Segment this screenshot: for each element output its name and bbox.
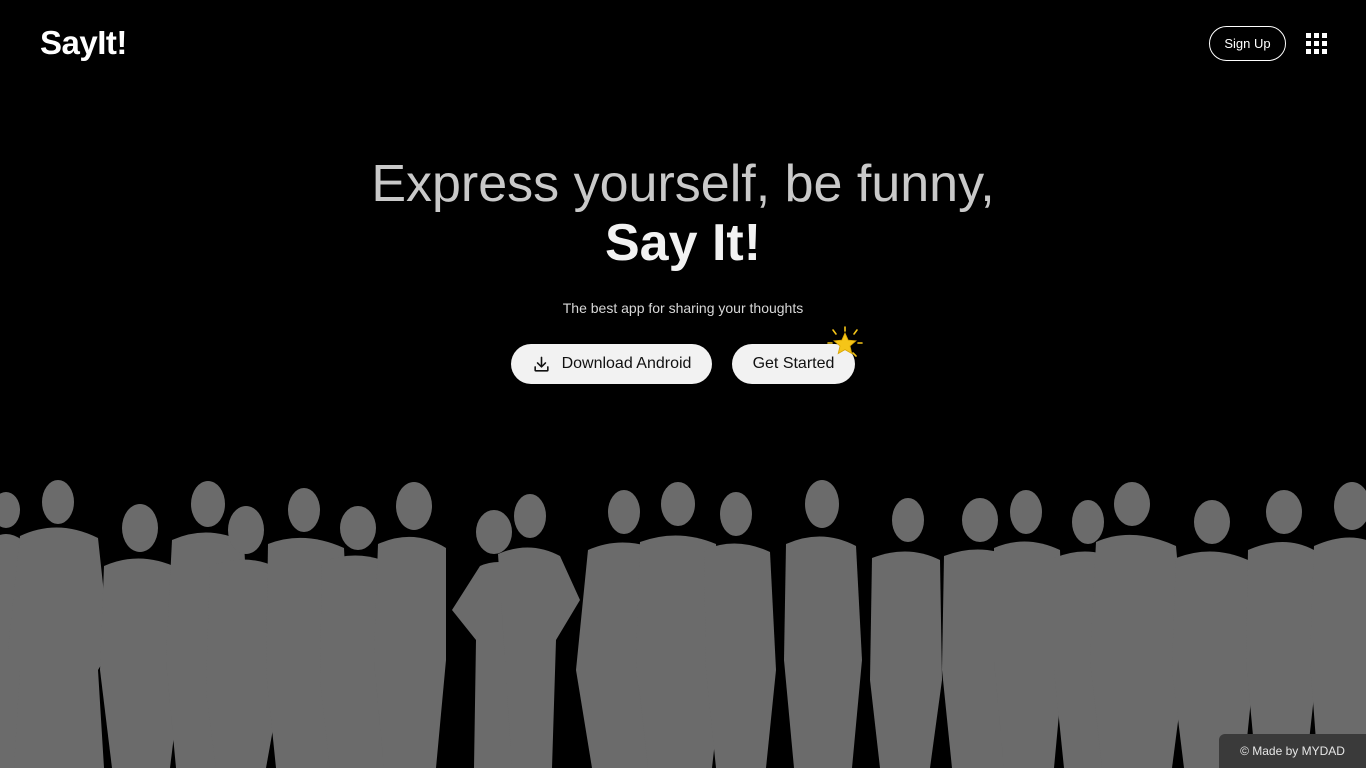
footer-credit: © Made by MYDAD xyxy=(1219,734,1366,768)
crowd-silhouette xyxy=(0,480,1366,768)
landing-page: SayIt! Sign Up Express yourself, be funn… xyxy=(0,0,1366,768)
app-logo[interactable]: SayIt! xyxy=(40,24,127,62)
hero-subtitle: The best app for sharing your thoughts xyxy=(562,300,804,316)
get-started-label: Get Started xyxy=(752,355,835,372)
star-icon xyxy=(827,326,863,357)
download-icon xyxy=(533,356,549,372)
sign-up-button[interactable]: Sign Up xyxy=(1209,26,1286,61)
hero-headline: Express yourself, be funny, xyxy=(371,155,995,213)
download-android-label: Download Android xyxy=(561,355,692,372)
apps-grid-icon[interactable] xyxy=(1306,33,1327,54)
hero-headline-emphasis: Say It! xyxy=(604,214,762,272)
download-android-button[interactable]: Download Android xyxy=(511,344,712,384)
